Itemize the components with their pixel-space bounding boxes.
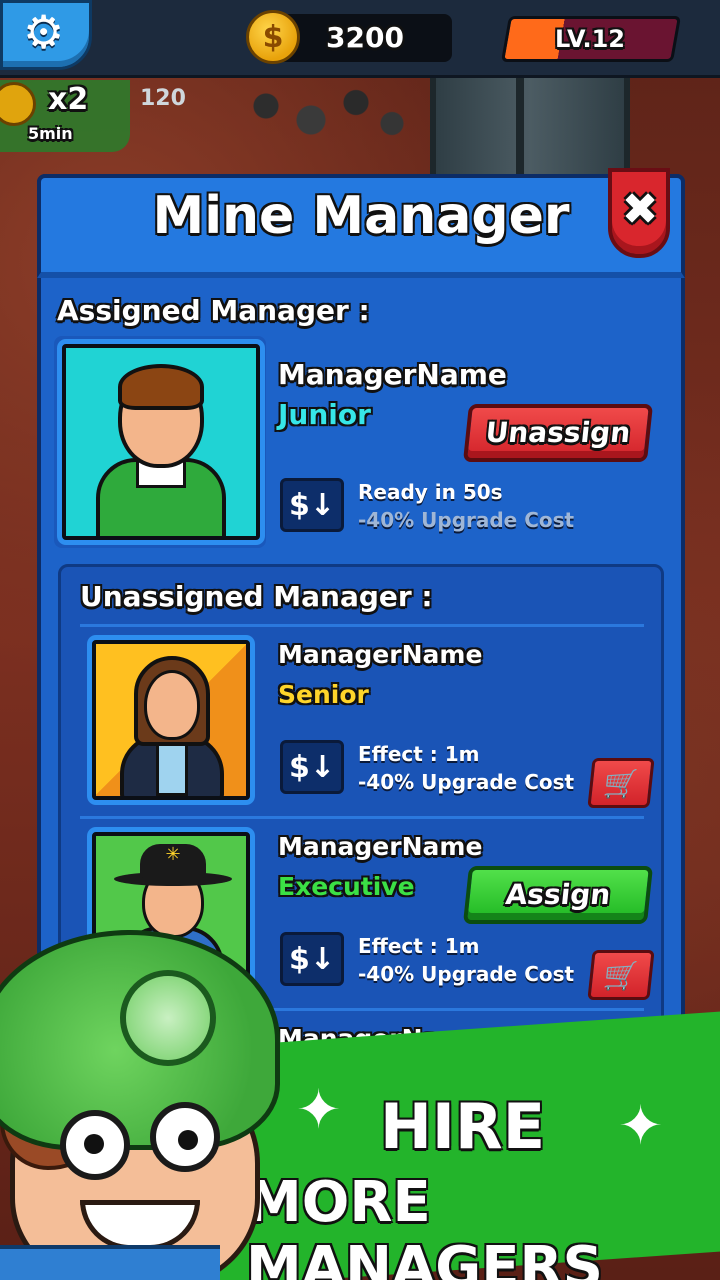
assigned-manager-rank: Junior — [278, 398, 371, 431]
gear-icon: ⚙ — [23, 5, 65, 59]
mascot-eye-left — [60, 1110, 130, 1180]
manager-portrait-junior[interactable] — [62, 344, 260, 540]
manager-perk-discount: -40% Upgrade Cost — [358, 770, 575, 794]
coin-icon: $ — [246, 10, 300, 64]
portrait-head — [144, 670, 200, 740]
level-label: LV.12 — [555, 25, 625, 53]
close-button[interactable]: ✖ — [608, 168, 670, 258]
manager-perk-effect: Effect : 1m — [358, 742, 480, 766]
dialog-title: Mine Manager — [152, 186, 570, 246]
sparkle-icon: ✦ — [296, 1078, 342, 1141]
upgrade-discount-icon: $↓ — [280, 932, 344, 986]
manager-rank: Senior — [278, 680, 369, 709]
close-icon: ✖ — [621, 184, 659, 235]
cart-icon: 🛒 — [601, 958, 641, 992]
manager-perk-effect: Effect : 1m — [358, 934, 480, 958]
promo-subheadline: MORE MANAGERS — [246, 1170, 603, 1280]
assigned-perk-status: Ready in 50s — [358, 480, 503, 504]
coin-value: 3200 — [326, 21, 404, 54]
dollar-down-icon: $↓ — [288, 941, 335, 977]
sparkle-icon: ✦ — [618, 1094, 664, 1157]
settings-button[interactable]: ⚙ — [0, 0, 92, 70]
promo-headline: HIRE — [380, 1090, 546, 1163]
manager-name: ManagerName — [278, 832, 483, 861]
shaft-count: 120 — [140, 86, 186, 111]
upgrade-discount-icon: $↓ — [280, 740, 344, 794]
sell-manager-button[interactable]: 🛒 — [587, 758, 655, 808]
divider — [80, 816, 644, 819]
boost-duration: 5min — [28, 124, 73, 143]
cart-icon: 🛒 — [601, 766, 641, 800]
dollar-down-icon: $↓ — [288, 487, 335, 523]
assigned-manager-name: ManagerName — [278, 358, 507, 391]
upgrade-discount-icon: $↓ — [280, 478, 344, 532]
assign-button-label: Assign — [504, 878, 613, 911]
hat-icon: ✳ — [140, 844, 206, 878]
assign-button[interactable]: Assign — [462, 866, 654, 924]
helmet-lamp-icon — [120, 970, 216, 1066]
portrait-hair — [118, 364, 204, 410]
unassign-button[interactable]: Unassign — [462, 404, 654, 462]
mascot-shirt — [0, 1245, 220, 1280]
assigned-heading: Assigned Manager : — [57, 294, 370, 327]
manager-name: ManagerName — [278, 640, 483, 669]
divider — [80, 624, 644, 627]
assigned-perk-effect: -40% Upgrade Cost — [358, 508, 575, 532]
manager-rank: Executive — [278, 872, 415, 901]
boost-multiplier: x2 — [48, 82, 89, 117]
manager-portrait-senior[interactable] — [92, 640, 250, 800]
mascot-eye-right — [150, 1102, 220, 1172]
dollar-down-icon: $↓ — [288, 749, 335, 785]
ore-pile — [230, 78, 410, 148]
unassign-button-label: Unassign — [484, 416, 633, 449]
elevator-shaft — [430, 78, 630, 188]
sell-manager-button[interactable]: 🛒 — [587, 950, 655, 1000]
manager-perk-discount: -40% Upgrade Cost — [358, 962, 575, 986]
unassigned-heading: Unassigned Manager : — [80, 580, 433, 613]
